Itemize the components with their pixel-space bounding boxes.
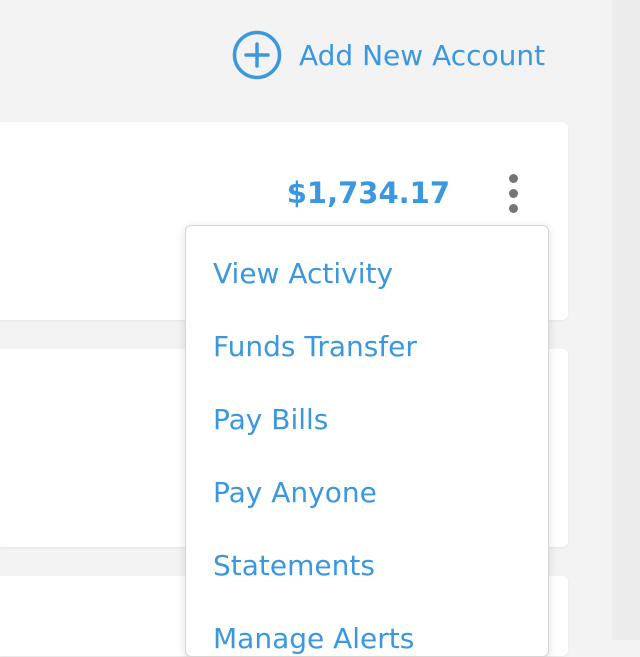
header: Add New Account bbox=[0, 0, 612, 110]
add-new-account-label: Add New Account bbox=[299, 38, 546, 72]
account-balance: $1,734.17 bbox=[286, 176, 450, 210]
add-new-account-button[interactable]: Add New Account bbox=[232, 30, 545, 80]
menu-item-pay-anyone[interactable]: Pay Anyone bbox=[213, 473, 377, 513]
menu-item-statements[interactable]: Statements bbox=[213, 546, 375, 586]
right-edge-panel bbox=[612, 0, 640, 640]
plus-circle-icon bbox=[232, 30, 282, 80]
menu-item-pay-bills[interactable]: Pay Bills bbox=[213, 400, 328, 440]
menu-item-manage-alerts[interactable]: Manage Alerts bbox=[213, 619, 414, 656]
menu-item-funds-transfer[interactable]: Funds Transfer bbox=[213, 327, 417, 367]
menu-item-view-activity[interactable]: View Activity bbox=[213, 254, 393, 294]
more-vertical-icon[interactable] bbox=[500, 172, 528, 216]
account-actions-menu: View Activity Funds Transfer Pay Bills P… bbox=[185, 225, 549, 657]
